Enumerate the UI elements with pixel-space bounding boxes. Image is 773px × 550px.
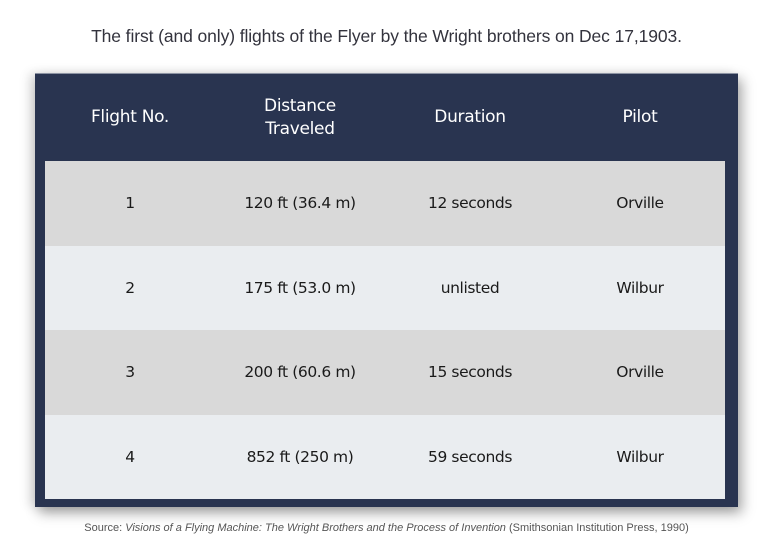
- cell-flight-no: 4: [125, 447, 135, 466]
- source-publisher: (Smithsonian Institution Press, 1990): [505, 522, 689, 534]
- cell-duration: 12 seconds: [427, 194, 512, 213]
- cell-pilot: Wilbur: [616, 447, 664, 466]
- source-prefix: Source:: [84, 522, 126, 534]
- table-header-row: Flight No. Distance Traveled Duration Pi…: [45, 74, 725, 161]
- cell-flight-no: 1: [125, 194, 135, 213]
- column-header-flight-no: Flight No.: [90, 107, 170, 127]
- cell-pilot: Orville: [616, 363, 664, 382]
- table-row: 2 175 ft (53.0 m) unlisted Wilbur: [45, 245, 725, 330]
- column-header-pilot: Pilot: [622, 107, 658, 127]
- cell-flight-no: 3: [125, 363, 135, 382]
- cell-flight-no: 2: [125, 278, 135, 297]
- table-body: 1 120 ft (36.4 m) 12 seconds Orville 2 1…: [45, 161, 725, 499]
- cell-duration: 15 seconds: [427, 363, 512, 382]
- cell-distance: 852 ft (250 m): [246, 447, 354, 466]
- source-citation: Source: Visions of a Flying Machine: The…: [0, 522, 773, 534]
- column-header-duration: Duration: [434, 107, 506, 127]
- table-row: 4 852 ft (250 m) 59 seconds Wilbur: [45, 414, 725, 499]
- table-row: 3 200 ft (60.6 m) 15 seconds Orville: [45, 330, 725, 415]
- table-caption: The first (and only) flights of the Flye…: [91, 26, 682, 46]
- column-header-distance: Distance Traveled: [264, 95, 336, 139]
- cell-distance: 200 ft (60.6 m): [244, 363, 356, 382]
- cell-duration: 59 seconds: [427, 447, 512, 466]
- flights-table: Flight No. Distance Traveled Duration Pi…: [35, 73, 738, 507]
- cell-duration: unlisted: [440, 278, 500, 297]
- cell-distance: 120 ft (36.4 m): [244, 194, 356, 213]
- cell-pilot: Orville: [616, 194, 664, 213]
- cell-distance: 175 ft (53.0 m): [244, 278, 356, 297]
- cell-pilot: Wilbur: [616, 278, 664, 297]
- source-title: Visions of a Flying Machine: The Wright …: [125, 522, 506, 534]
- table-row: 1 120 ft (36.4 m) 12 seconds Orville: [45, 161, 725, 246]
